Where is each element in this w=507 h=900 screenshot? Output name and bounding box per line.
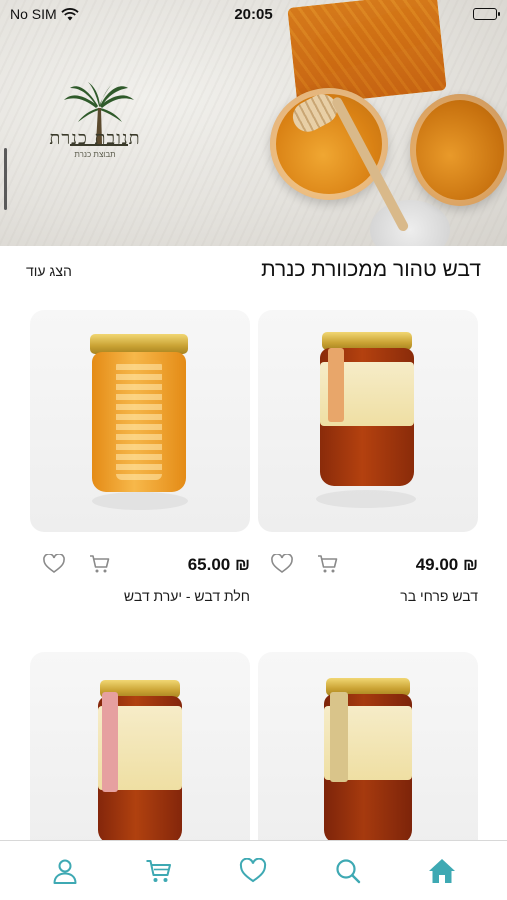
section-header: דבש טהור ממכוורת כנרת הצג עוד bbox=[0, 246, 507, 306]
favorite-button[interactable] bbox=[268, 550, 296, 578]
cart-icon bbox=[90, 555, 110, 573]
battery-icon bbox=[473, 8, 500, 20]
carrier: No SIM bbox=[10, 6, 79, 22]
nav-home[interactable] bbox=[422, 851, 462, 891]
heart-icon bbox=[43, 554, 65, 573]
product-name[interactable]: דבש פרחי בר bbox=[400, 588, 478, 604]
nav-profile[interactable] bbox=[45, 851, 85, 891]
product-image[interactable] bbox=[30, 310, 250, 532]
heart-icon bbox=[271, 554, 293, 573]
price-row: ₪ 65.00 bbox=[30, 550, 250, 580]
product-name[interactable]: חלת דבש - יערת דבש bbox=[124, 588, 250, 604]
product-price: ₪ 49.00 bbox=[415, 555, 478, 574]
logo-title: תנובת כנרת bbox=[49, 128, 141, 149]
nav-search[interactable] bbox=[328, 851, 368, 891]
product-image[interactable] bbox=[258, 310, 478, 532]
add-to-cart-button[interactable] bbox=[86, 550, 114, 578]
bottom-navigation bbox=[0, 840, 507, 900]
status-bar: No SIM 20:05 bbox=[0, 0, 507, 28]
cart-icon bbox=[318, 555, 338, 573]
jar-shadow bbox=[316, 490, 416, 508]
brand-logo: תנובת כנרת תבוצת כנרת bbox=[30, 78, 170, 168]
jar-shadow bbox=[92, 492, 188, 510]
favorite-button[interactable] bbox=[40, 550, 68, 578]
logo-subtitle: תבוצת כנרת bbox=[74, 150, 116, 159]
home-icon bbox=[428, 858, 455, 883]
user-icon bbox=[53, 859, 77, 884]
carrier-label: No SIM bbox=[10, 6, 57, 22]
scroll-indicator bbox=[4, 148, 7, 210]
heart-icon bbox=[240, 857, 267, 882]
product-grid: ₪ 49.00 דבש פרחי בר ₪ 65.00 חלת דבש - יע… bbox=[0, 306, 507, 852]
nav-cart[interactable] bbox=[139, 851, 179, 891]
product-price: ₪ 65.00 bbox=[187, 555, 250, 574]
product-image[interactable] bbox=[258, 652, 478, 852]
hero-honey-jar-2 bbox=[410, 94, 507, 206]
product-image[interactable] bbox=[30, 652, 250, 852]
wifi-icon bbox=[61, 7, 79, 20]
hero-banner: תנובת כנרת תבוצת כנרת bbox=[0, 0, 507, 246]
show-more-link[interactable]: הצג עוד bbox=[26, 263, 72, 279]
section-title: דבש טהור ממכוורת כנרת bbox=[261, 258, 481, 281]
search-icon bbox=[336, 858, 360, 883]
price-row: ₪ 49.00 bbox=[258, 550, 478, 580]
cart-icon bbox=[146, 859, 172, 882]
nav-favorites[interactable] bbox=[233, 851, 273, 891]
add-to-cart-button[interactable] bbox=[314, 550, 342, 578]
